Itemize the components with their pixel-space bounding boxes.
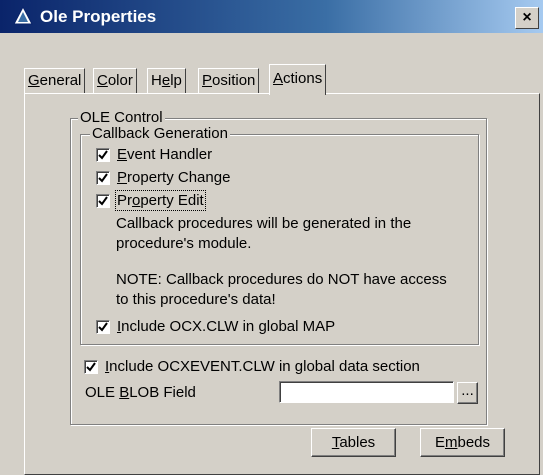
property-change-label: Property Change — [117, 169, 231, 186]
include-ocx-label: Include OCX.CLW in global MAP — [117, 318, 336, 335]
event-handler-label: Event Handler — [117, 146, 213, 163]
tab-actions[interactable]: Actions — [269, 64, 327, 95]
checkmark-icon — [98, 149, 108, 160]
access-warning-note: NOTE: Callback procedures do NOT have ac… — [116, 271, 447, 308]
tab-position[interactable]: Position — [198, 68, 260, 93]
blob-browse-button[interactable]: ... — [457, 382, 478, 404]
close-icon: × — [522, 9, 532, 26]
include-ocx-checkbox[interactable]: Include OCX.CLW in global MAP — [96, 318, 335, 335]
ole-control-label: OLE Control — [78, 109, 165, 126]
checkmark-icon — [86, 361, 96, 372]
checkbox-box — [96, 170, 110, 185]
tab-general[interactable]: General — [24, 68, 86, 93]
close-button[interactable]: × — [515, 7, 539, 29]
tab-color[interactable]: Color — [93, 68, 137, 93]
include-ocxevent-label: Include OCXEVENT.CLW in global data sect… — [105, 358, 420, 375]
embeds-button[interactable]: Embeds — [420, 428, 505, 457]
checkbox-box — [96, 147, 110, 162]
checkbox-box — [96, 319, 110, 334]
blob-field-input[interactable] — [279, 381, 454, 403]
checkmark-icon — [98, 321, 108, 332]
property-edit-checkbox[interactable]: Property Edit — [96, 190, 206, 211]
app-icon — [13, 6, 33, 25]
callback-note: Callback procedures will be generated in… — [116, 215, 412, 252]
event-handler-checkbox[interactable]: Event Handler — [96, 146, 212, 163]
checkbox-box — [84, 359, 98, 374]
checkmark-icon — [98, 172, 108, 183]
property-edit-label: Property Edit — [115, 190, 206, 211]
checkmark-icon — [98, 195, 108, 206]
callback-generation-label: Callback Generation — [90, 125, 230, 142]
tables-button[interactable]: Tables — [311, 428, 396, 457]
property-change-checkbox[interactable]: Property Change — [96, 169, 230, 186]
window-title: Ole Properties — [40, 7, 157, 26]
title-bar: Ole Properties × — [0, 0, 543, 33]
checkbox-box — [96, 193, 110, 208]
tab-help[interactable]: Help — [147, 68, 186, 93]
include-ocxevent-checkbox[interactable]: Include OCXEVENT.CLW in global data sect… — [84, 358, 420, 375]
blob-field-label: OLE BLOB Field — [85, 384, 196, 401]
